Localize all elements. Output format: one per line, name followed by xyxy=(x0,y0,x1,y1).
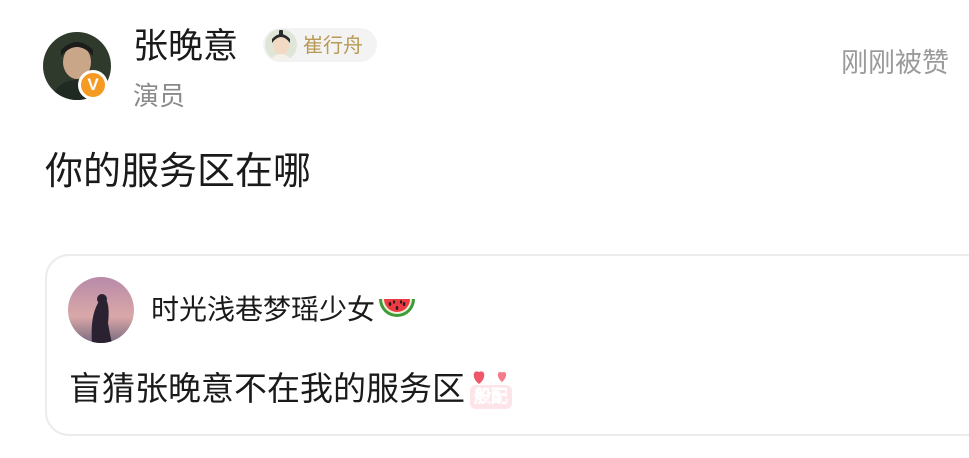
comment-page: V 张晚意 崔行舟 演员 刚刚被赞 你的服务区在哪 时光浅巷梦瑶少女 盲猜张晚意… xyxy=(0,0,969,458)
hearts-sticker-icon: 般配 xyxy=(467,364,515,412)
quoted-author-name[interactable]: 时光浅巷梦瑶少女 xyxy=(151,290,417,330)
role-tag-avatar xyxy=(265,29,297,61)
role-tag[interactable]: 崔行舟 xyxy=(263,28,377,62)
sticker-label: 般配 xyxy=(474,387,509,408)
like-status: 刚刚被赞 xyxy=(841,48,949,79)
quoted-author-label: 时光浅巷梦瑶少女 xyxy=(151,293,376,326)
comment-text: 你的服务区在哪 xyxy=(45,149,312,193)
verified-badge: V xyxy=(78,70,108,100)
user-name[interactable]: 张晚意 xyxy=(133,24,238,70)
user-title: 演员 xyxy=(133,82,186,112)
role-tag-label: 崔行舟 xyxy=(303,33,363,57)
watermelon-icon xyxy=(377,293,417,323)
quoted-author-avatar[interactable] xyxy=(68,277,134,343)
quoted-reply-text: 盲猜张晚意不在我的服务区 般配 xyxy=(69,364,515,412)
quoted-reply-card[interactable]: 时光浅巷梦瑶少女 盲猜张晚意不在我的服务区 般配 xyxy=(45,254,969,436)
quoted-reply-label: 盲猜张晚意不在我的服务区 xyxy=(69,369,465,408)
